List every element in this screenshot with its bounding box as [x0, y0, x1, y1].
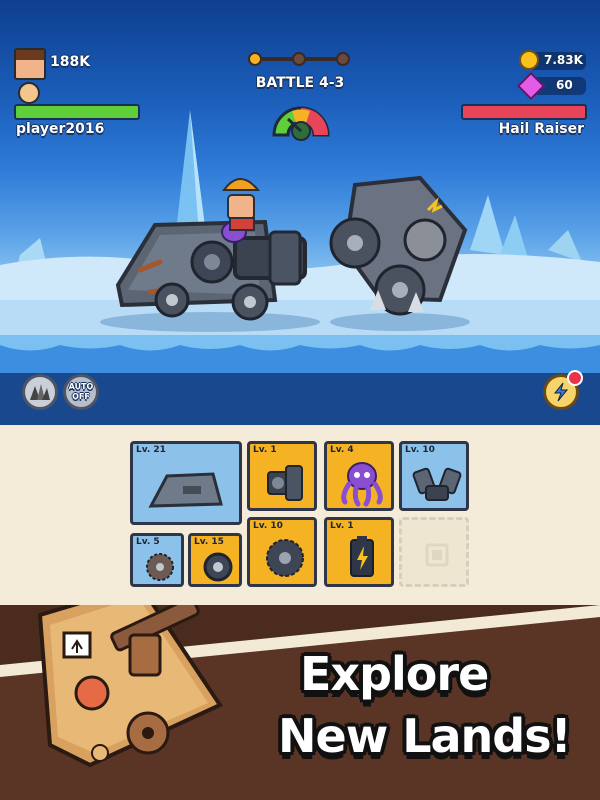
power-gauge-icon: [272, 106, 330, 141]
player-rank-icon: [18, 82, 40, 104]
battle-scene: 188K player2016 BATTLE 4-3 7.83K 60 Hail…: [0, 0, 600, 425]
inventory-slot-octopus[interactable]: Lv. 4: [324, 441, 394, 511]
battle-title: BATTLE 4-3: [255, 75, 345, 91]
gold-amount: 7.83K: [544, 53, 583, 67]
enemy-hp-bar: [461, 104, 587, 120]
notification-badge: [567, 370, 583, 386]
promo-line-2: New Lands!: [278, 709, 572, 763]
wheel-icon: [203, 552, 233, 582]
player-power: 188K: [50, 54, 91, 70]
spike-icon: [30, 384, 50, 400]
player-hp-bar: [14, 104, 140, 120]
auto-toggle-button[interactable]: AUTO OFF: [63, 374, 99, 410]
stage-dot-3: [336, 52, 350, 66]
engine-icon: [412, 467, 462, 501]
spiked-wheel-icon: [266, 539, 304, 577]
weapon-preview-plank: [37, 605, 223, 768]
spike-ability-button[interactable]: [22, 374, 58, 410]
inventory-slot-empty[interactable]: [399, 517, 469, 587]
enemy-name: Hail Raiser: [498, 121, 584, 137]
slot-level: Lv. 4: [330, 445, 354, 455]
inventory-slot-body[interactable]: Lv. 21: [130, 441, 242, 525]
inventory-slot-engine[interactable]: Lv. 10: [399, 441, 469, 511]
stage-progress: [248, 52, 352, 66]
inventory-panel: Lv. 21 Lv. 1 Lv. 4 Lv. 10 Lv. 5 Lv. 15 L…: [0, 425, 600, 605]
player-name: player2016: [16, 121, 105, 137]
stage-dot-2: [292, 52, 306, 66]
gold-coin-icon: [519, 50, 539, 70]
auto-label: AUTO: [68, 382, 94, 391]
auto-state-label: OFF: [72, 392, 90, 401]
inventory-slot-spiked-wheel[interactable]: Lv. 10: [247, 517, 317, 587]
lightning-icon: [553, 382, 569, 402]
stage-dot-1: [248, 52, 262, 66]
inventory-slot-minigun[interactable]: Lv. 1: [247, 441, 317, 511]
slot-level: Lv. 5: [136, 537, 160, 547]
slot-level: Lv. 1: [330, 521, 354, 531]
slot-level: Lv. 15: [194, 537, 224, 547]
player-avatar[interactable]: [14, 48, 46, 80]
inventory-slot-sawblade[interactable]: Lv. 5: [130, 533, 184, 587]
inventory-slot-battery[interactable]: Lv. 1: [324, 517, 394, 587]
inventory-slot-wheel[interactable]: Lv. 15: [188, 533, 242, 587]
slot-level: Lv. 1: [253, 445, 277, 455]
battery-icon: [350, 536, 374, 577]
promo-line-1: Explore: [300, 647, 489, 701]
slot-level: Lv. 21: [136, 445, 166, 455]
octopus-icon: [341, 462, 383, 507]
chip-icon: [425, 543, 449, 567]
gem-amount: 60: [556, 78, 573, 92]
slot-level: Lv. 10: [253, 521, 283, 531]
promo-banner: Explore New Lands!: [0, 605, 600, 800]
slot-level: Lv. 10: [405, 445, 435, 455]
tank-body-icon: [148, 472, 223, 508]
minigun-icon: [267, 465, 303, 501]
sawblade-icon: [146, 553, 174, 581]
